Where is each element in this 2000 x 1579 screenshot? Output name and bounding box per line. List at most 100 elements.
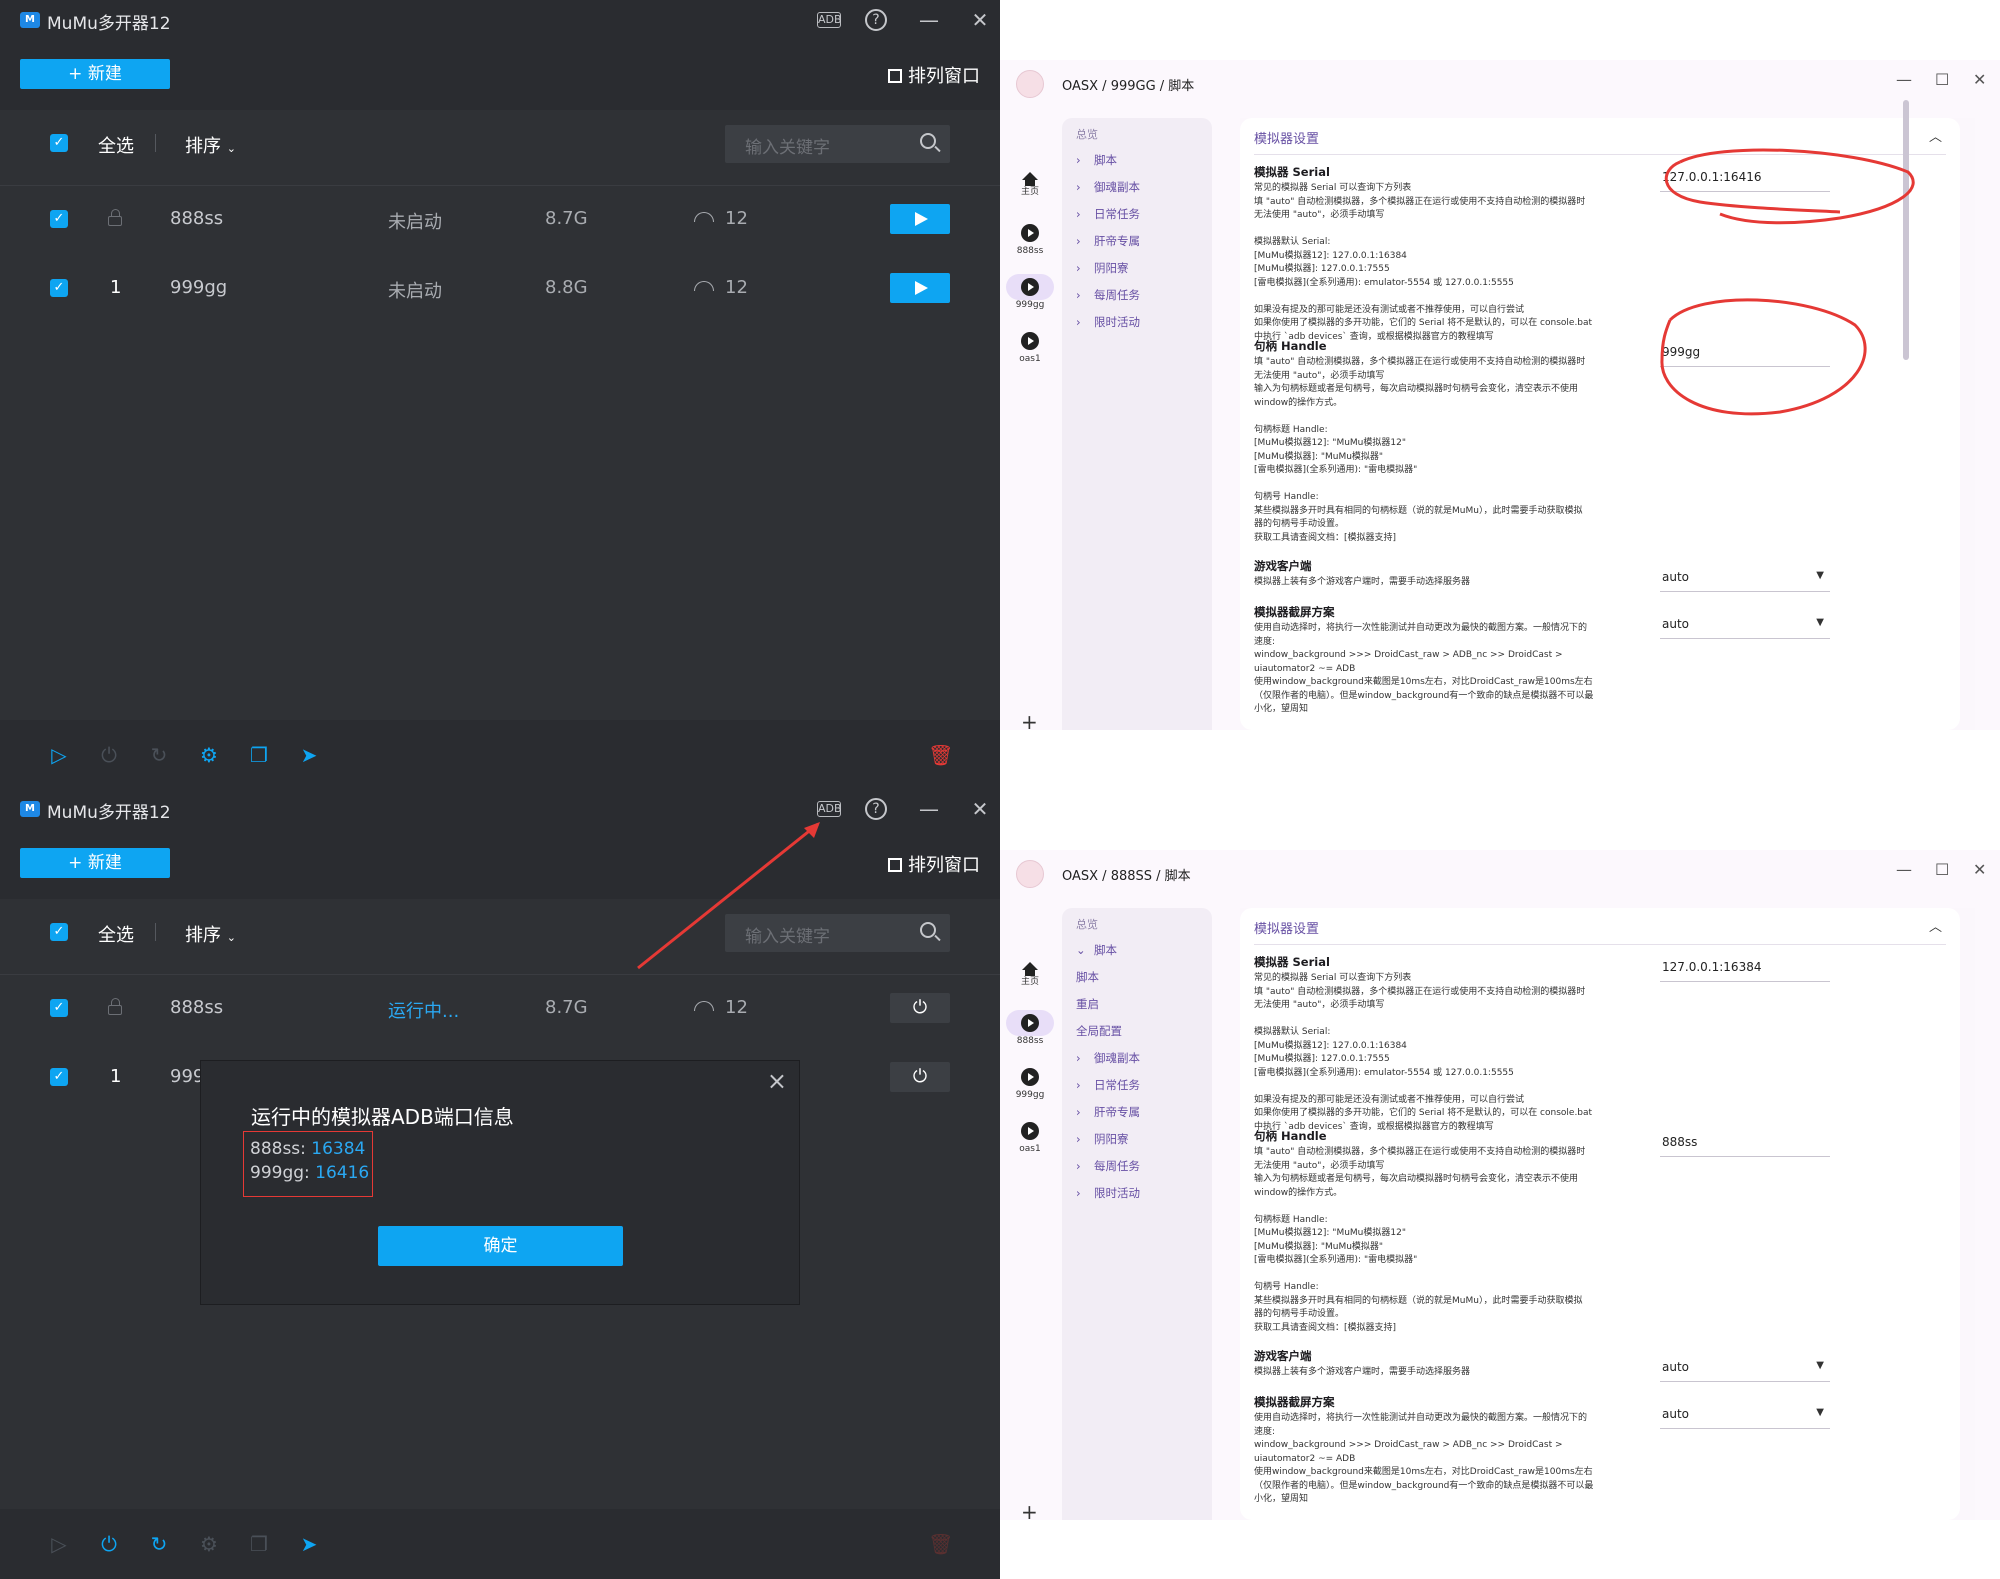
close-icon[interactable]: ✕ [1973, 70, 1986, 89]
confirm-button[interactable]: 确定 [378, 1226, 623, 1266]
nav-subitem[interactable]: 重启 [1076, 996, 1099, 1012]
rail-item-999gg[interactable]: 999gg [1006, 274, 1054, 310]
delete-icon[interactable]: 🗑 [928, 744, 953, 766]
table-row[interactable]: ✓ 888ss 运行中... 8.7G 12 ⏻ [0, 974, 1000, 1044]
help-icon[interactable]: ? [865, 798, 887, 820]
settings-icon[interactable]: ⚙ [198, 744, 220, 766]
restart-icon[interactable]: ↻ [148, 744, 170, 766]
table-row[interactable]: ✓ 1 999gg 未启动 8.8G 12 [0, 255, 1000, 325]
play-circle-icon [1021, 332, 1039, 350]
play-button[interactable] [890, 273, 950, 303]
minimize-icon[interactable]: — [914, 795, 944, 823]
send-icon[interactable]: ➤ [298, 744, 320, 766]
maximize-icon[interactable]: ☐ [1935, 70, 1949, 89]
add-icon[interactable]: + [1021, 1500, 1038, 1520]
nav-item[interactable]: › 阴阳寮 [1076, 1131, 1129, 1147]
nav-subitem[interactable]: 全局配置 [1076, 1023, 1122, 1039]
nav-overview[interactable]: 总览 [1076, 916, 1098, 932]
close-icon[interactable]: ✕ [965, 795, 995, 823]
nav-item[interactable]: › 脚本 [1076, 152, 1117, 168]
close-icon[interactable]: ✕ [1973, 860, 1986, 879]
nav-item[interactable]: › 御魂副本 [1076, 179, 1140, 195]
rail-item-home[interactable]: 主页 [1010, 962, 1050, 987]
power-button[interactable]: ⏻ [890, 993, 950, 1023]
search-icon[interactable] [920, 133, 936, 149]
oasx-title: OASX / 999GG / 脚本 [1062, 79, 1195, 94]
nav-label: 阴阳寮 [1094, 1132, 1129, 1146]
close-icon[interactable]: ✕ [965, 6, 995, 34]
select-all-checkbox[interactable]: ✓ [50, 923, 68, 941]
setting-title: 模拟器 Serial [1254, 165, 1330, 179]
chevron-right-icon: › [1076, 153, 1081, 167]
arrange-windows-button[interactable]: 排列窗口 [888, 851, 980, 877]
port-name: 999gg: [250, 1163, 316, 1183]
clone-icon[interactable]: ❐ [248, 744, 270, 766]
nav-item[interactable]: › 肝帝专属 [1076, 233, 1140, 249]
sort-dropdown[interactable]: 排序 ⌄ [185, 132, 236, 158]
restart-icon[interactable]: ↻ [148, 1533, 170, 1555]
serial-input[interactable]: 127.0.0.1:16384 [1660, 958, 1830, 982]
settings-icon[interactable]: ⚙ [198, 1533, 220, 1555]
start-icon[interactable]: ▷ [48, 744, 70, 766]
power-icon[interactable]: ⏻ [98, 1533, 120, 1555]
collapse-icon[interactable]: ︿ [1929, 916, 1942, 935]
client-select[interactable]: auto ▼ [1660, 1358, 1830, 1382]
divider [155, 134, 156, 152]
nav-item[interactable]: › 日常任务 [1076, 206, 1140, 222]
nav-item[interactable]: › 每周任务 [1076, 1158, 1140, 1174]
screenshot-select[interactable]: auto ▼ [1660, 1405, 1830, 1429]
arrange-windows-button[interactable]: 排列窗口 [888, 62, 980, 88]
rail-item-999gg[interactable]: 999gg [1010, 1068, 1050, 1100]
delete-icon[interactable]: 🗑 [928, 1533, 953, 1555]
dropdown-arrow-icon: ▼ [1816, 1360, 1824, 1371]
search-box[interactable]: 输入关键字 [725, 125, 950, 163]
rail-item-oas1[interactable]: oas1 [1010, 332, 1050, 364]
screenshot-select[interactable]: auto ▼ [1660, 615, 1830, 639]
nav-item[interactable]: › 御魂副本 [1076, 1050, 1140, 1066]
nav-item[interactable]: › 每周任务 [1076, 287, 1140, 303]
minimize-icon[interactable]: — [1896, 70, 1912, 89]
row-checkbox[interactable]: ✓ [50, 1068, 68, 1086]
maximize-icon[interactable]: ☐ [1935, 860, 1949, 879]
select-all-checkbox[interactable]: ✓ [50, 134, 68, 152]
table-row[interactable]: ✓ 888ss 未启动 8.7G 12 [0, 185, 1000, 255]
clone-icon[interactable]: ❐ [248, 1533, 270, 1555]
rail-item-888ss[interactable]: 888ss [1006, 1010, 1054, 1046]
play-button[interactable] [890, 204, 950, 234]
add-icon[interactable]: + [1021, 710, 1038, 730]
row-checkbox[interactable]: ✓ [50, 279, 68, 297]
power-icon[interactable]: ⏻ [98, 744, 120, 766]
nav-subitem[interactable]: 脚本 [1076, 969, 1099, 985]
section-title: 模拟器设置 [1254, 922, 1320, 937]
row-checkbox[interactable]: ✓ [50, 210, 68, 228]
new-button[interactable]: + 新建 [20, 59, 170, 89]
nav-item[interactable]: › 限时活动 [1076, 1185, 1140, 1201]
nav-overview[interactable]: 总览 [1076, 126, 1098, 142]
sort-dropdown[interactable]: 排序 ⌄ [185, 921, 236, 947]
rail-item-home[interactable]: 主页 [1010, 172, 1050, 197]
handle-input[interactable]: 888ss [1660, 1133, 1830, 1157]
play-circle-icon [1021, 1068, 1039, 1086]
rail-item-888ss[interactable]: 888ss [1010, 224, 1050, 256]
rail-item-oas1[interactable]: oas1 [1010, 1122, 1050, 1154]
row-checkbox[interactable]: ✓ [50, 999, 68, 1017]
adb-icon[interactable]: ADB [817, 12, 842, 28]
search-icon[interactable] [920, 922, 936, 938]
help-icon[interactable]: ? [865, 9, 887, 31]
nav-item[interactable]: › 肝帝专属 [1076, 1104, 1140, 1120]
send-icon[interactable]: ➤ [298, 1533, 320, 1555]
collapse-icon[interactable]: ︿ [1929, 126, 1942, 145]
nav-item[interactable]: › 阴阳寮 [1076, 260, 1129, 276]
close-icon[interactable]: × [767, 1067, 787, 1095]
arrow-line [637, 822, 819, 970]
start-icon[interactable]: ▷ [48, 1533, 70, 1555]
search-input[interactable]: 输入关键字 [745, 133, 830, 158]
nav-item[interactable]: › 日常任务 [1076, 1077, 1140, 1093]
client-select[interactable]: auto ▼ [1660, 568, 1830, 592]
nav-item[interactable]: › 限时活动 [1076, 314, 1140, 330]
power-button[interactable]: ⏻ [890, 1062, 950, 1092]
nav-item-expanded[interactable]: ⌄ 脚本 [1076, 942, 1117, 958]
minimize-icon[interactable]: — [1896, 860, 1912, 879]
minimize-icon[interactable]: — [914, 6, 944, 34]
new-button[interactable]: + 新建 [20, 848, 170, 878]
